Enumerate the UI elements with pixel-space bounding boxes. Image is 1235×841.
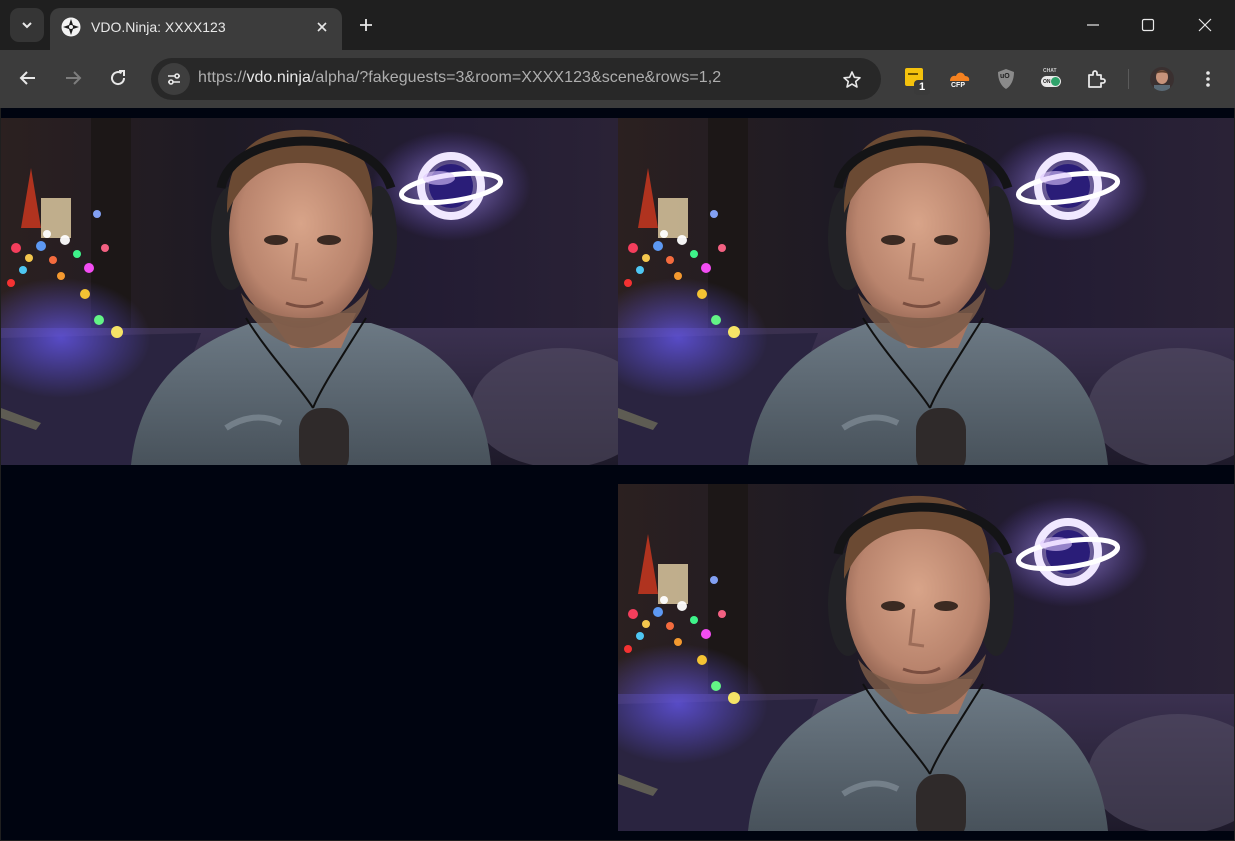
bookmark-star-button[interactable] bbox=[839, 67, 865, 93]
address-bar[interactable]: https://vdo.ninja/alpha/?fakeguests=3&ro… bbox=[151, 58, 881, 100]
chat-toggle-extension-label: CHAT bbox=[1043, 68, 1057, 74]
profile-button[interactable] bbox=[1147, 64, 1177, 94]
window-close-button[interactable] bbox=[1187, 8, 1223, 42]
tab-search-button[interactable] bbox=[10, 8, 44, 42]
tune-icon bbox=[168, 73, 180, 85]
chat-toggle-state: ON bbox=[1043, 79, 1051, 85]
maximize-icon bbox=[1141, 18, 1155, 32]
guest-video-1[interactable] bbox=[1, 118, 618, 465]
reload-icon bbox=[111, 70, 126, 86]
url-text: https://vdo.ninja/alpha/?fakeguests=3&ro… bbox=[198, 69, 721, 87]
avatar bbox=[1150, 67, 1174, 91]
tab-close-button[interactable] bbox=[312, 17, 332, 37]
url-host: vdo.ninja bbox=[246, 69, 311, 86]
url-path: /alpha/?fakeguests=3&room=XXXX123&scene&… bbox=[310, 69, 722, 86]
back-button[interactable] bbox=[11, 61, 45, 95]
forward-button[interactable] bbox=[56, 61, 90, 95]
tab-title: VDO.Ninja: XXXX123 bbox=[91, 19, 226, 35]
guest-video-3[interactable] bbox=[618, 484, 1234, 831]
reload-button[interactable] bbox=[101, 61, 135, 95]
extensions-button[interactable] bbox=[1081, 64, 1111, 94]
arrow-left-icon bbox=[19, 71, 35, 85]
page-viewport bbox=[1, 108, 1234, 840]
vdo-ninja-favicon-icon bbox=[61, 17, 81, 37]
cfp-extension-button[interactable]: CFP bbox=[944, 64, 974, 94]
tab-strip: VDO.Ninja: XXXX123 bbox=[0, 0, 1235, 50]
close-icon bbox=[317, 22, 327, 32]
guest-video-frame bbox=[618, 118, 1234, 465]
browser-toolbar: https://vdo.ninja/alpha/?fakeguests=3&ro… bbox=[0, 50, 1235, 108]
minimize-icon bbox=[1087, 24, 1099, 26]
cfp-extension-label: CFP bbox=[951, 82, 965, 89]
star-icon bbox=[843, 71, 861, 88]
guest-video-frame bbox=[1, 118, 618, 465]
chevron-down-icon bbox=[22, 22, 32, 29]
close-icon bbox=[1198, 18, 1212, 32]
active-tab[interactable]: VDO.Ninja: XXXX123 bbox=[50, 8, 342, 50]
arrow-right-icon bbox=[66, 71, 82, 85]
new-tab-button[interactable] bbox=[353, 12, 379, 38]
toolbar-divider bbox=[1128, 69, 1129, 89]
guest-video-frame bbox=[618, 484, 1234, 831]
url-scheme: https:// bbox=[198, 69, 247, 86]
sticky-note-extension-button[interactable]: 1 bbox=[902, 64, 932, 95]
ublock-origin-label: uO bbox=[1000, 73, 1010, 80]
ublock-origin-button[interactable]: uO bbox=[991, 64, 1021, 94]
empty-slot bbox=[1, 484, 618, 831]
extension-badge: 1 bbox=[914, 80, 930, 95]
plus-icon bbox=[360, 19, 372, 31]
browser-menu-button[interactable] bbox=[1193, 64, 1223, 94]
minimize-button[interactable] bbox=[1075, 8, 1111, 42]
chat-toggle-extension-button[interactable]: CHAT ON bbox=[1036, 64, 1066, 94]
more-vertical-icon bbox=[1206, 71, 1210, 87]
extensions-puzzle-icon bbox=[1088, 70, 1106, 88]
site-info-button[interactable] bbox=[158, 63, 190, 95]
guest-video-2[interactable] bbox=[618, 118, 1234, 465]
maximize-button[interactable] bbox=[1130, 8, 1166, 42]
